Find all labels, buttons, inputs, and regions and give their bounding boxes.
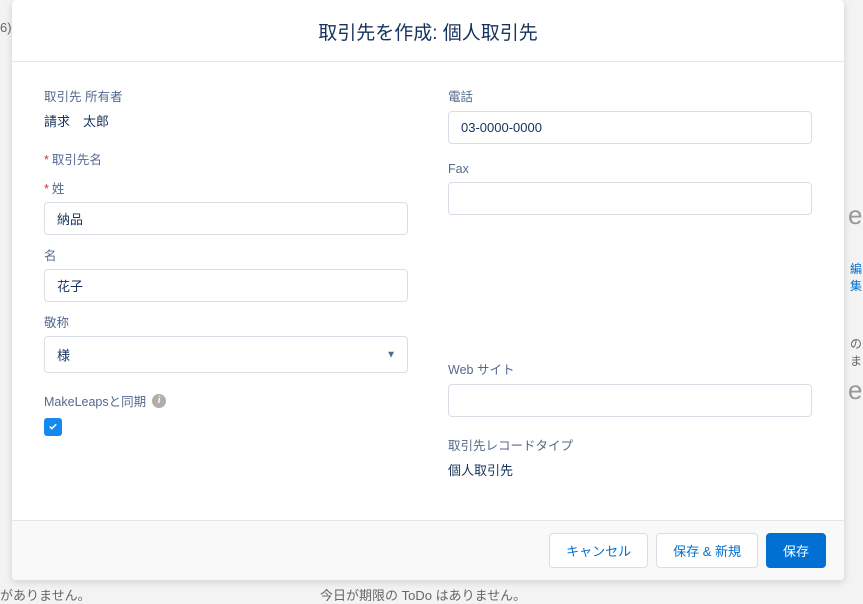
modal-body[interactable]: 取引先 所有者 請求 太郎 取引先名 姓 名 敬称 様 ▼ bbox=[12, 62, 844, 520]
record-type-label: 取引先レコードタイプ bbox=[448, 435, 812, 454]
owner-label: 取引先 所有者 bbox=[44, 86, 408, 105]
salutation-label: 敬称 bbox=[44, 312, 408, 331]
bg-text: 6) bbox=[0, 20, 12, 35]
account-name-label: 取引先名 bbox=[44, 149, 408, 168]
info-icon[interactable]: i bbox=[152, 394, 166, 408]
bg-letter: e bbox=[848, 200, 862, 231]
website-input[interactable] bbox=[448, 384, 812, 417]
modal-footer: キャンセル 保存 & 新規 保存 bbox=[12, 520, 844, 580]
record-type-value: 個人取引先 bbox=[448, 463, 513, 478]
phone-label: 電話 bbox=[448, 86, 812, 105]
left-column: 取引先 所有者 請求 太郎 取引先名 姓 名 敬称 様 ▼ bbox=[44, 86, 408, 498]
bg-text: がありません。 bbox=[0, 585, 91, 604]
bg-text: 今日が期限の ToDo はありません。 bbox=[320, 585, 526, 604]
fax-label: Fax bbox=[448, 162, 812, 176]
bg-text: のま bbox=[850, 335, 863, 369]
right-column: 電話 Fax Web サイト 取引先レコードタイプ 個人取引先 bbox=[448, 86, 812, 498]
sync-checkbox[interactable] bbox=[44, 418, 62, 436]
fax-input[interactable] bbox=[448, 182, 812, 215]
firstname-label: 名 bbox=[44, 245, 408, 264]
modal-header: 取引先を作成: 個人取引先 bbox=[12, 0, 844, 62]
firstname-input[interactable] bbox=[44, 269, 408, 302]
create-account-modal: 取引先を作成: 個人取引先 取引先 所有者 請求 太郎 取引先名 姓 名 敬称 … bbox=[12, 0, 844, 580]
save-button[interactable]: 保存 bbox=[766, 533, 826, 568]
lastname-label: 姓 bbox=[44, 178, 408, 197]
sync-label: MakeLeapsと同期 bbox=[44, 391, 146, 410]
modal-title: 取引先を作成: 個人取引先 bbox=[12, 18, 844, 45]
cancel-button[interactable]: キャンセル bbox=[549, 533, 648, 568]
owner-value: 請求 太郎 bbox=[44, 114, 109, 129]
lastname-input[interactable] bbox=[44, 202, 408, 235]
bg-letter: e bbox=[848, 375, 862, 406]
website-label: Web サイト bbox=[448, 359, 812, 378]
bg-text: 編集 bbox=[850, 260, 863, 294]
salutation-select[interactable]: 様 bbox=[44, 336, 408, 373]
save-and-new-button[interactable]: 保存 & 新規 bbox=[656, 533, 758, 568]
check-icon bbox=[47, 421, 59, 433]
phone-input[interactable] bbox=[448, 111, 812, 144]
